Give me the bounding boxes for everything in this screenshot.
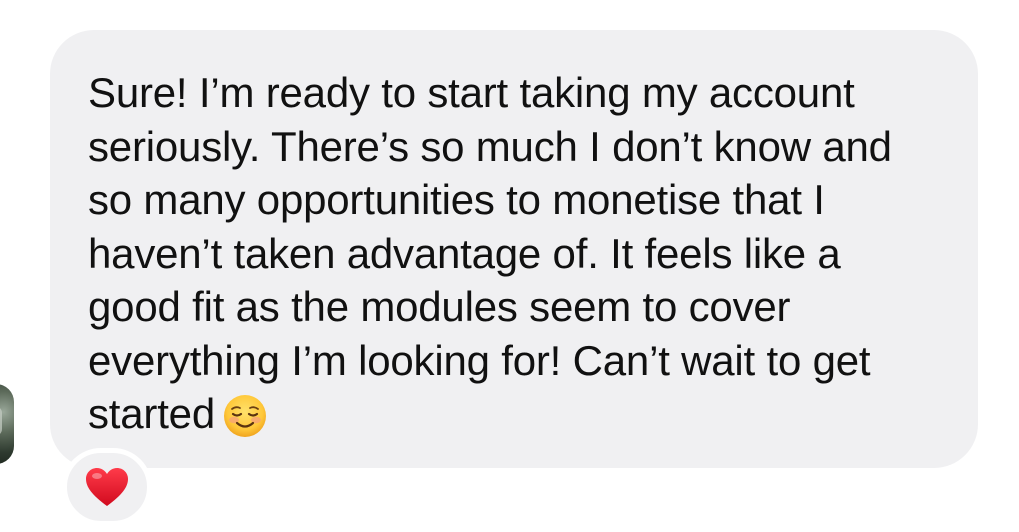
reaction-badge[interactable] xyxy=(62,448,152,526)
message-bubble[interactable]: Sure! I’m ready to start taking my accou… xyxy=(50,30,978,468)
message-text: Sure! I’m ready to start taking my accou… xyxy=(88,66,948,441)
message-body: Sure! I’m ready to start taking my accou… xyxy=(88,69,892,437)
smiling-face-icon xyxy=(224,395,266,437)
avatar[interactable] xyxy=(0,384,14,464)
chat-thread: Sure! I’m ready to start taking my accou… xyxy=(0,0,1019,532)
red-heart-icon xyxy=(86,468,128,506)
